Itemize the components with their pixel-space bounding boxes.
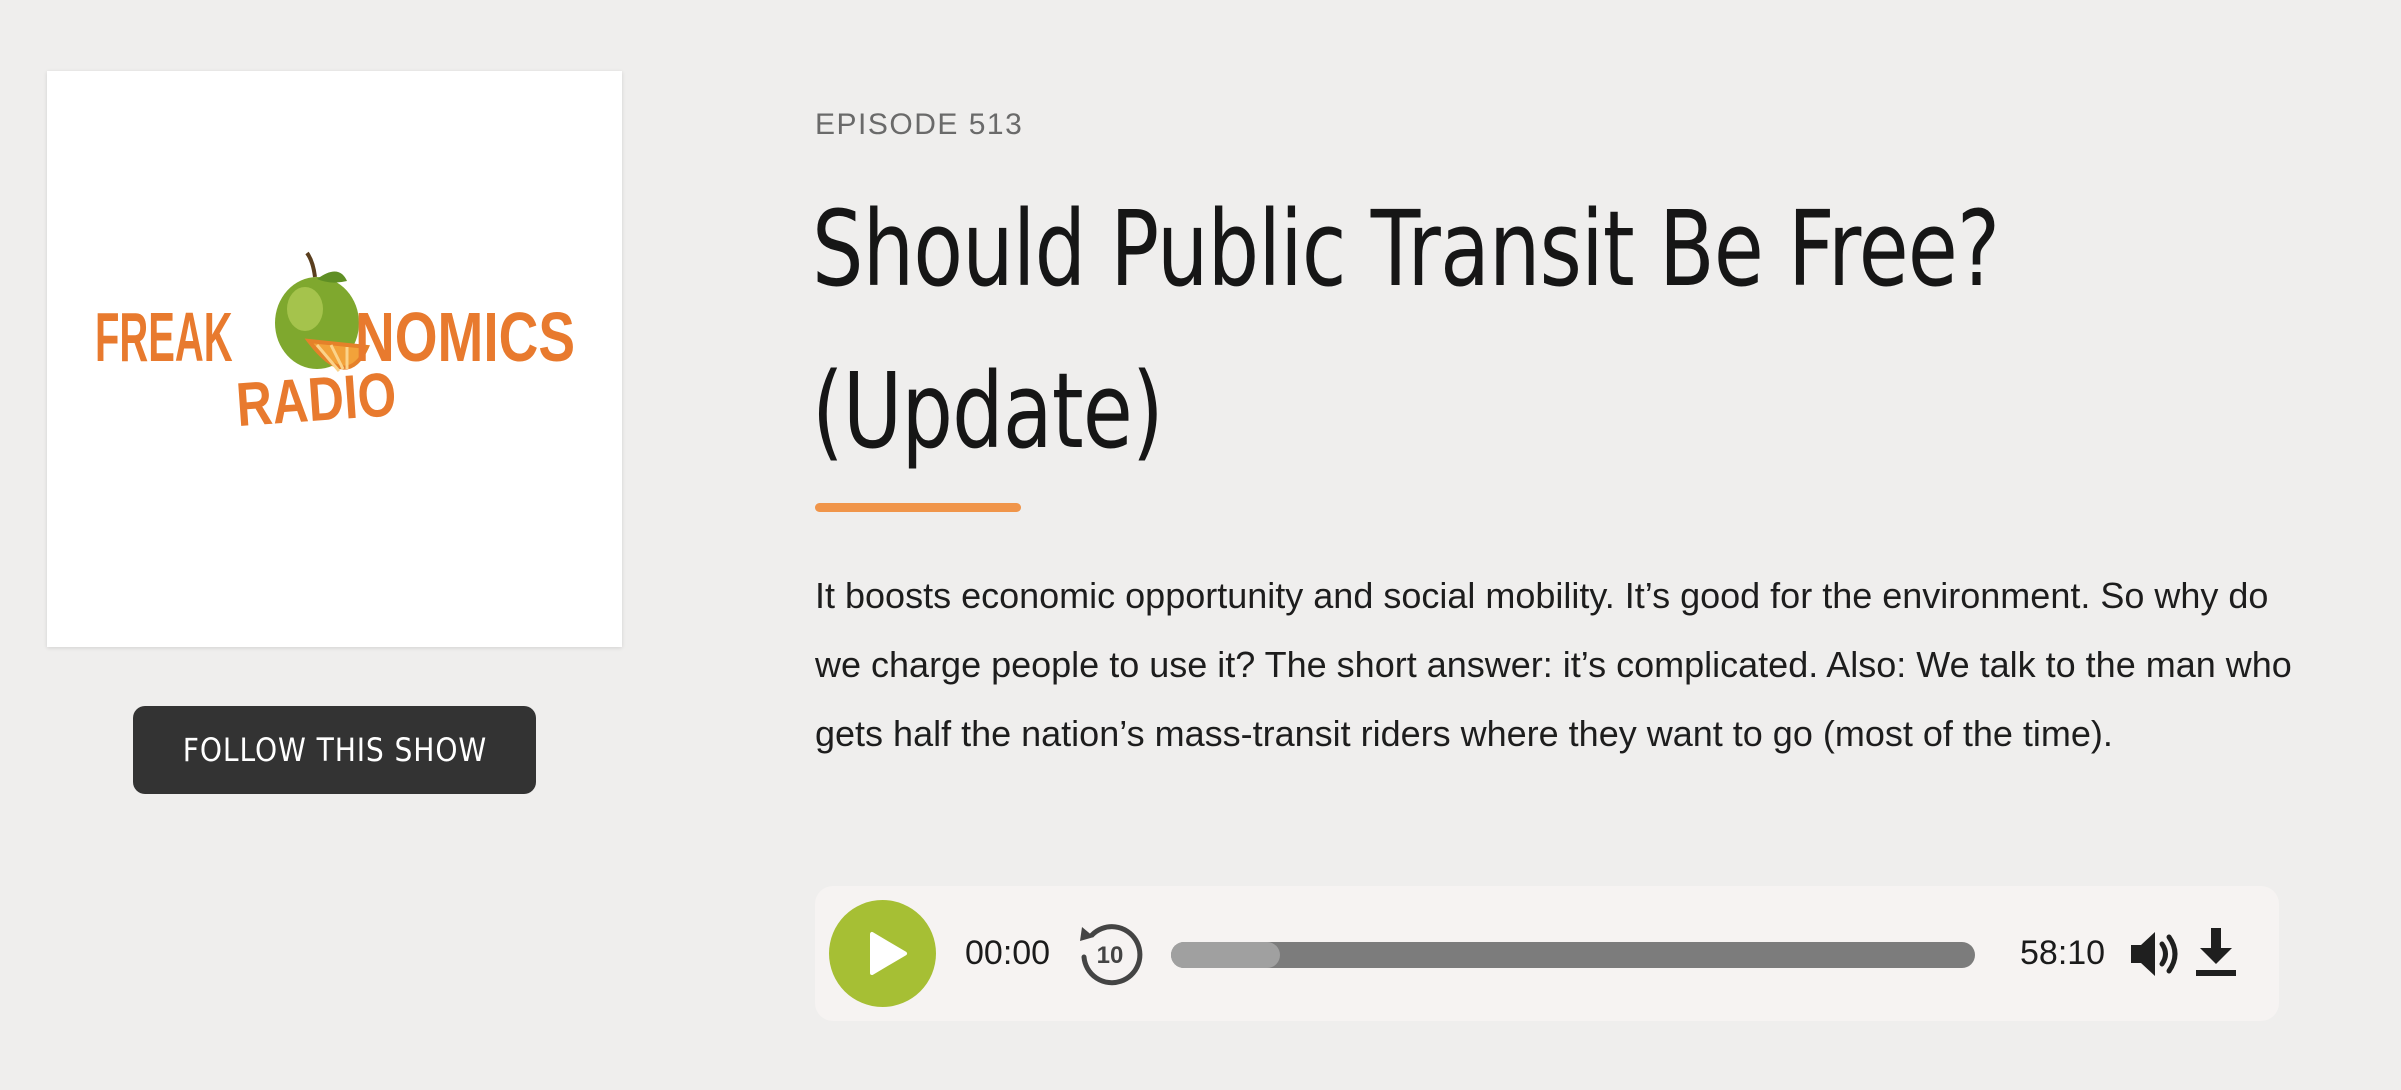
rewind-10-icon: 10 <box>1080 924 1143 986</box>
follow-show-label: FOLLOW THIS SHOW <box>182 731 487 769</box>
download-icon <box>2196 928 2236 976</box>
follow-show-button[interactable]: FOLLOW THIS SHOW <box>133 706 536 794</box>
episode-description: It boosts economic opportunity and socia… <box>815 575 2292 754</box>
freakonomics-logo: FREAK NOMICS RADIO <box>95 251 575 440</box>
audio-player: 00:00 10 58:10 <box>815 886 2279 1021</box>
play-icon <box>870 932 907 975</box>
progress-bar[interactable] <box>1171 942 1975 968</box>
volume-icon <box>2131 932 2178 976</box>
rewind-seconds-label: 10 <box>1097 942 1124 969</box>
episode-title-line-2: (Update) <box>812 350 1164 472</box>
download-button[interactable] <box>2190 924 2242 980</box>
progress-buffered <box>1171 942 1280 968</box>
episode-title: Should Public Transit Be Free? (Update) <box>812 168 2000 492</box>
total-time: 58:10 <box>2020 934 2106 972</box>
rewind-10-button[interactable]: 10 <box>1074 917 1146 989</box>
logo-text-radio: RADIO <box>234 360 398 440</box>
show-cover-art: FREAK NOMICS RADIO <box>47 71 622 647</box>
episode-title-line-1: Should Public Transit Be Free? <box>812 188 2000 310</box>
logo-text-freak: FREAK <box>95 298 233 376</box>
play-button[interactable] <box>829 900 936 1007</box>
volume-button[interactable] <box>2127 926 2185 982</box>
episode-number: EPISODE 513 <box>815 108 1024 141</box>
current-time: 00:00 <box>965 934 1051 972</box>
title-accent-divider <box>815 503 1021 512</box>
